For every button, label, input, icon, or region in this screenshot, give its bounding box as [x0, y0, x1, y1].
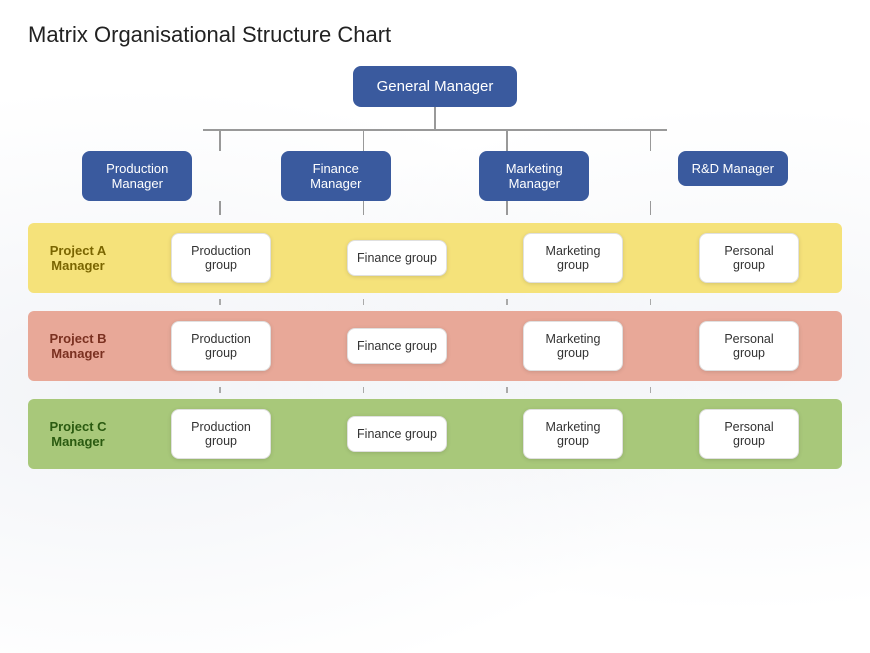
project-b-row: Project BManager Productiongroup Finance…	[28, 311, 842, 381]
project-c-marketing-cell: Marketinggroup	[523, 409, 623, 459]
project-b-finance-cell: Finance group	[347, 328, 447, 364]
manager-col-marketing: MarketingManager	[474, 151, 594, 201]
row-tick-ab-3	[506, 299, 508, 305]
tick-1	[219, 131, 221, 151]
down-ticks-row	[148, 131, 722, 151]
row-tick-bc-2	[363, 387, 365, 393]
project-a-personal-cell: Personalgroup	[699, 233, 799, 283]
project-a-label: Project AManager	[28, 223, 128, 293]
page-title: Matrix Organisational Structure Chart	[28, 22, 842, 48]
main-container: Matrix Organisational Structure Chart Ge…	[0, 0, 870, 653]
row-tick-bc-1	[219, 387, 221, 393]
projects-area: Project AManager Productiongroup Finance…	[28, 223, 842, 469]
project-b-marketing-cell: Marketinggroup	[523, 321, 623, 371]
project-c-personal-cell: Personalgroup	[699, 409, 799, 459]
horizontal-line	[203, 129, 667, 131]
row-tick-bc-4	[650, 387, 652, 393]
project-a-marketing-cell: Marketinggroup	[523, 233, 623, 283]
row-connector-bc	[148, 387, 722, 393]
project-c-row: Project CManager Productiongroup Finance…	[28, 399, 842, 469]
project-b-production-cell: Productiongroup	[171, 321, 271, 371]
finance-manager-node: FinanceManager	[281, 151, 391, 201]
top-vline-container	[28, 107, 842, 129]
managers-row: ProductionManager FinanceManager Marketi…	[28, 151, 842, 201]
rd-manager-node: R&D Manager	[678, 151, 788, 186]
project-b-label: Project BManager	[28, 311, 128, 381]
row-tick-bc-3	[506, 387, 508, 393]
org-chart: General Manager ProductionManager Financ…	[28, 66, 842, 469]
project-c-cells: Productiongroup Finance group Marketingg…	[128, 399, 842, 469]
manager-col-production: ProductionManager	[77, 151, 197, 201]
project-a-cells: Productiongroup Finance group Marketingg…	[128, 223, 842, 293]
row-connector-ab	[148, 299, 722, 305]
h-connector-bar	[203, 129, 667, 131]
tick-3	[506, 131, 508, 151]
project-b-cells: Productiongroup Finance group Marketingg…	[128, 311, 842, 381]
project-a-row: Project AManager Productiongroup Finance…	[28, 223, 842, 293]
project-c-finance-cell: Finance group	[347, 416, 447, 452]
m-tick-1	[219, 201, 221, 215]
m-tick-2	[363, 201, 365, 215]
row-tick-ab-4	[650, 299, 652, 305]
manager-to-project-ticks	[148, 201, 722, 215]
marketing-manager-node: MarketingManager	[479, 151, 589, 201]
m-tick-3	[506, 201, 508, 215]
project-a-finance-cell: Finance group	[347, 240, 447, 276]
manager-col-finance: FinanceManager	[276, 151, 396, 201]
general-manager-node: General Manager	[353, 66, 518, 107]
tick-4	[650, 131, 652, 151]
general-manager-label: General Manager	[377, 78, 494, 95]
row-tick-ab-2	[363, 299, 365, 305]
project-a-production-cell: Productiongroup	[171, 233, 271, 283]
top-node-row: General Manager	[28, 66, 842, 107]
m-tick-4	[650, 201, 652, 215]
project-c-production-cell: Productiongroup	[171, 409, 271, 459]
project-c-label: Project CManager	[28, 399, 128, 469]
row-tick-ab-1	[219, 299, 221, 305]
top-vertical-line	[434, 107, 436, 129]
project-b-personal-cell: Personalgroup	[699, 321, 799, 371]
production-manager-node: ProductionManager	[82, 151, 192, 201]
tick-2	[363, 131, 365, 151]
manager-col-rd: R&D Manager	[673, 151, 793, 201]
